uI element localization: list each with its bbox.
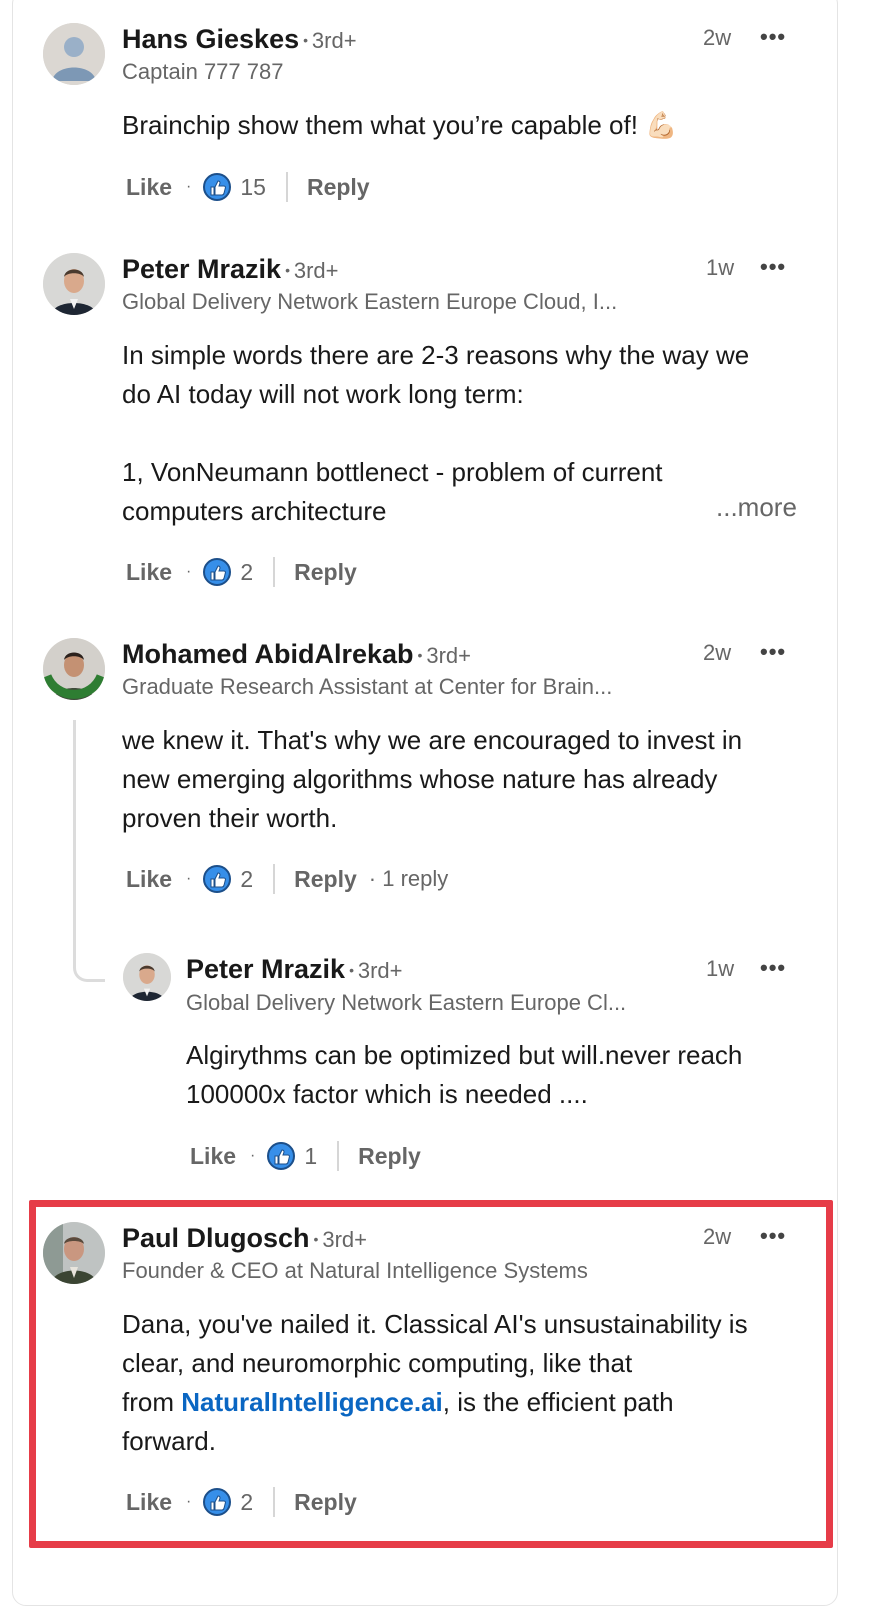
avatar[interactable] <box>43 638 105 700</box>
body-line: proven their worth. <box>122 803 338 833</box>
thumbs-up-icon[interactable] <box>203 1488 232 1516</box>
like-button[interactable]: Like <box>190 1143 236 1170</box>
author-name[interactable]: Hans Gieskes <box>122 24 299 54</box>
avatar-placeholder-icon[interactable] <box>43 23 105 85</box>
more-options-icon[interactable]: ••• <box>760 1223 786 1249</box>
author-headline: Graduate Research Assistant at Center fo… <box>122 674 613 699</box>
comment-actions: Like · 2 Reply <box>126 555 357 589</box>
timestamp: 2w <box>703 1224 732 1249</box>
comment-body: Algirythms can be optimized but will.nev… <box>186 1036 826 1114</box>
like-button[interactable]: Like <box>126 559 172 586</box>
thumbs-up-icon[interactable] <box>267 1142 296 1170</box>
comment-actions: Like · 15 Reply <box>126 170 370 204</box>
replies-count-link[interactable]: · 1 reply <box>369 866 448 892</box>
body-line: Algirythms can be optimized but will.nev… <box>186 1040 743 1070</box>
comment-body: Dana, you've nailed it. Classical AI's u… <box>122 1305 822 1461</box>
action-divider <box>273 864 276 894</box>
body-line: In simple words there are 2-3 reasons wh… <box>122 340 750 370</box>
action-divider <box>273 1487 276 1517</box>
thumbs-up-icon[interactable] <box>203 558 232 586</box>
reaction-count[interactable]: 2 <box>240 866 253 893</box>
body-line: forward. <box>122 1426 216 1456</box>
body-line: Dana, you've nailed it. Classical AI's u… <box>122 1309 748 1339</box>
author-name[interactable]: Paul Dlugosch <box>122 1223 310 1253</box>
author-name[interactable]: Mohamed AbidAlrekab <box>122 639 414 669</box>
reaction-count[interactable]: 2 <box>240 559 253 586</box>
separator-dot: · <box>186 178 192 195</box>
reply-button[interactable]: Reply <box>294 866 357 893</box>
body-line: from NaturalIntelligence.ai, is the effi… <box>122 1383 822 1422</box>
author-name[interactable]: Peter Mrazik <box>186 954 345 984</box>
action-divider <box>273 557 276 587</box>
reaction-count[interactable]: 1 <box>304 1143 317 1170</box>
reply-button[interactable]: Reply <box>294 1489 357 1516</box>
author-name[interactable]: Peter Mrazik <box>122 254 281 284</box>
reaction-count[interactable]: 15 <box>240 174 266 201</box>
separator-dot: · <box>186 563 192 580</box>
like-button[interactable]: Like <box>126 866 172 893</box>
connection-degree: 3rd+ <box>314 1227 367 1252</box>
reply-button[interactable]: Reply <box>307 174 370 201</box>
body-text-segment: , is the efficient path <box>442 1387 674 1417</box>
body-line: clear, and neuromorphic computing, like … <box>122 1348 633 1378</box>
avatar[interactable] <box>43 1222 105 1284</box>
author-headline: Captain 777 787 <box>122 59 284 84</box>
naturalintelligence-link[interactable]: NaturalIntelligence.ai <box>181 1387 443 1417</box>
connection-degree: 3rd+ <box>349 958 403 983</box>
separator-dot: · <box>250 1147 256 1164</box>
body-text-segment: from <box>122 1387 182 1417</box>
body-line: new emerging algorithms whose nature has… <box>122 764 718 794</box>
connection-degree: 3rd+ <box>418 643 471 668</box>
author-headline: Global Delivery Network Eastern Europe C… <box>122 289 618 314</box>
body-line: 100000x factor which is needed .... <box>186 1079 588 1109</box>
avatar[interactable] <box>43 253 105 315</box>
author-headline: Global Delivery Network Eastern Europe C… <box>186 990 627 1015</box>
body-line: 1, VonNeumann bottlenect - problem of cu… <box>122 457 663 487</box>
more-options-icon[interactable]: ••• <box>760 639 786 665</box>
like-button[interactable]: Like <box>126 174 172 201</box>
separator-dot: · <box>186 870 192 887</box>
timestamp: 1w <box>706 255 735 280</box>
comment-body: we knew it. That's why we are encouraged… <box>122 721 822 838</box>
body-line: do AI today will not work long term: <box>122 379 524 409</box>
more-options-icon[interactable]: ••• <box>760 254 786 280</box>
thumbs-up-icon[interactable] <box>203 173 232 201</box>
separator-dot: · <box>186 1493 192 1510</box>
timestamp: 1w <box>706 956 735 981</box>
more-options-icon[interactable]: ••• <box>760 955 786 981</box>
connection-degree: 3rd+ <box>303 28 357 53</box>
comment-actions: Like · 2 Reply <box>126 1485 357 1519</box>
timestamp: 2w <box>703 640 732 665</box>
reaction-count[interactable]: 2 <box>240 1489 253 1516</box>
see-more-link[interactable]: ...more <box>716 492 797 523</box>
timestamp: 2w <box>703 25 732 50</box>
like-button[interactable]: Like <box>126 1489 172 1516</box>
comment-actions: Like · 2 Reply · 1 reply <box>126 862 448 896</box>
comment-actions: Like · 1 Reply <box>190 1139 421 1173</box>
author-headline: Founder & CEO at Natural Intelligence Sy… <box>122 1258 588 1283</box>
thumbs-up-icon[interactable] <box>203 865 232 893</box>
more-options-icon[interactable]: ••• <box>760 24 786 50</box>
action-divider <box>285 172 288 202</box>
action-divider <box>337 1141 340 1171</box>
connection-degree: 3rd+ <box>285 258 339 283</box>
comment-body: Brainchip show them what you’re capable … <box>122 110 678 140</box>
reply-thread-line <box>73 720 105 982</box>
body-line: we knew it. That's why we are encouraged… <box>122 725 743 755</box>
reply-button[interactable]: Reply <box>294 559 357 586</box>
body-line <box>122 414 822 453</box>
reply-button[interactable]: Reply <box>358 1143 421 1170</box>
avatar[interactable] <box>123 953 171 1001</box>
